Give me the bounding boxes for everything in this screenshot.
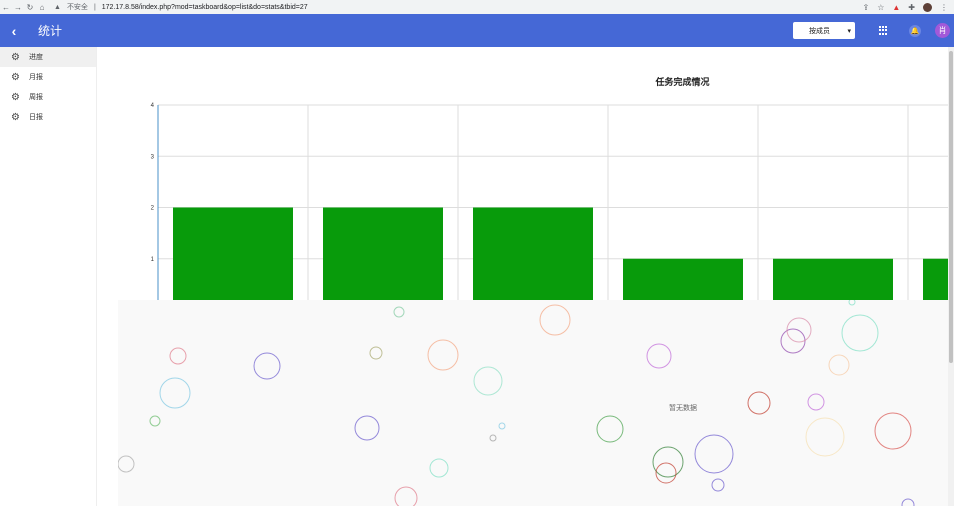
url-text[interactable]: 172.17.8.58/index.php?mod=taskboard&op=l… <box>102 4 308 11</box>
decorative-bubble <box>807 393 825 411</box>
scroll-thumb[interactable] <box>949 51 953 363</box>
reload-icon[interactable]: ↻ <box>24 3 36 12</box>
decorative-bubble <box>394 486 418 506</box>
decorative-bubble <box>489 434 497 442</box>
extension-icon[interactable]: ▲ <box>892 3 900 12</box>
page-scrollbar[interactable] <box>948 47 954 506</box>
bell-icon[interactable]: 🔔 <box>909 24 921 37</box>
menu-dots-icon[interactable]: ⋮ <box>940 3 948 12</box>
decorative-bubble <box>429 458 449 478</box>
forward-arrow-icon[interactable]: → <box>12 3 24 12</box>
browser-profile-avatar[interactable] <box>923 2 932 12</box>
back-arrow-icon[interactable]: ← <box>0 3 12 12</box>
decorative-bubble <box>874 412 912 450</box>
decorative-bubble <box>149 415 161 427</box>
decorative-bubble <box>498 422 506 430</box>
warning-icon: ▲ <box>54 3 61 11</box>
empty-data-panel: 暂无数据 <box>118 300 948 506</box>
decorative-bubble <box>169 347 187 365</box>
decorative-bubble <box>369 346 383 360</box>
home-icon[interactable]: ⌂ <box>36 3 48 12</box>
y-tick-label: 2 <box>151 206 155 212</box>
share-icon[interactable]: ⇪ <box>863 3 870 12</box>
gear-icon: ⚙ <box>11 51 20 63</box>
task-completion-chart: 01234肖宝韩若男梁博文刘克鹏章鹏 <box>151 103 948 321</box>
chart-title: 任务完成情况 <box>655 77 710 87</box>
decorative-bubble <box>646 343 672 369</box>
chart-bar <box>173 207 293 310</box>
decorative-bubble <box>393 306 405 318</box>
gear-icon: ⚙ <box>11 111 20 123</box>
decorative-bubble <box>118 455 135 473</box>
sidebar-item-monthly[interactable]: ⚙ 月报 <box>0 67 96 87</box>
decorative-bubble <box>828 354 850 376</box>
role-select[interactable]: 按成员 ▾ <box>793 22 855 39</box>
gear-icon: ⚙ <box>11 91 20 103</box>
chevron-down-icon: ▾ <box>847 27 851 35</box>
decorative-bubble <box>780 328 806 354</box>
chart-bar <box>323 207 443 310</box>
decorative-bubble <box>694 434 734 474</box>
chart-bar <box>473 207 593 310</box>
main-content: 任务完成情况 01234肖宝韩若男梁博文刘克鹏章鹏 暂无数据 <box>97 47 948 506</box>
decorative-bubble <box>841 314 879 352</box>
user-avatar[interactable]: 肖 <box>935 23 950 38</box>
sidebar-item-daily[interactable]: ⚙ 日报 <box>0 107 96 127</box>
address-bar[interactable]: ▲ 不安全 | 172.17.8.58/index.php?mod=taskbo… <box>54 2 308 12</box>
sidebar-item-label: 日报 <box>29 114 43 121</box>
decorative-bubble <box>848 300 856 306</box>
decorative-bubble <box>596 415 624 443</box>
sidebar-item-label: 进度 <box>29 54 43 61</box>
gear-icon: ⚙ <box>11 71 20 83</box>
decorative-bubble <box>354 415 380 441</box>
decorative-bubble <box>427 339 459 371</box>
y-tick-label: 4 <box>151 103 155 109</box>
sidebar: ⚙ 进度 ⚙ 月报 ⚙ 周报 ⚙ 日报 <box>0 47 97 506</box>
star-icon[interactable]: ☆ <box>877 3 884 12</box>
decorative-bubble <box>652 446 684 478</box>
decorative-bubble <box>539 304 571 336</box>
page-title: 统计 <box>38 24 63 38</box>
sidebar-item-label: 周报 <box>29 94 43 101</box>
y-tick-label: 1 <box>151 257 155 263</box>
sidebar-item-weekly[interactable]: ⚙ 周报 <box>0 87 96 107</box>
back-chevron-icon[interactable]: ‹ <box>0 23 28 39</box>
decorative-bubble <box>253 352 281 380</box>
apps-grid-icon[interactable] <box>879 25 889 36</box>
role-select-value: 按成员 <box>809 27 830 35</box>
decorative-bubble <box>747 391 771 415</box>
decorative-bubble <box>159 377 191 409</box>
sidebar-item-progress[interactable]: ⚙ 进度 <box>0 47 96 67</box>
app-header: ‹ 统计 按成员 ▾ 🔔 肖 <box>0 14 954 47</box>
decorative-bubble <box>655 462 677 484</box>
decorative-bubbles <box>118 300 915 506</box>
puzzle-icon[interactable]: ✚ <box>908 3 915 12</box>
decorative-bubble <box>711 478 725 492</box>
y-tick-label: 3 <box>151 154 155 160</box>
browser-toolbar: ← → ↻ ⌂ ▲ 不安全 | 172.17.8.58/index.php?mo… <box>0 0 954 14</box>
sidebar-item-label: 月报 <box>29 74 43 81</box>
decorative-bubble <box>805 417 845 457</box>
decorative-bubble <box>473 366 503 396</box>
empty-state-text: 暂无数据 <box>669 405 697 412</box>
decorative-bubble <box>901 498 915 506</box>
decorative-bubble <box>786 317 812 343</box>
insecure-label: 不安全 <box>66 4 88 11</box>
